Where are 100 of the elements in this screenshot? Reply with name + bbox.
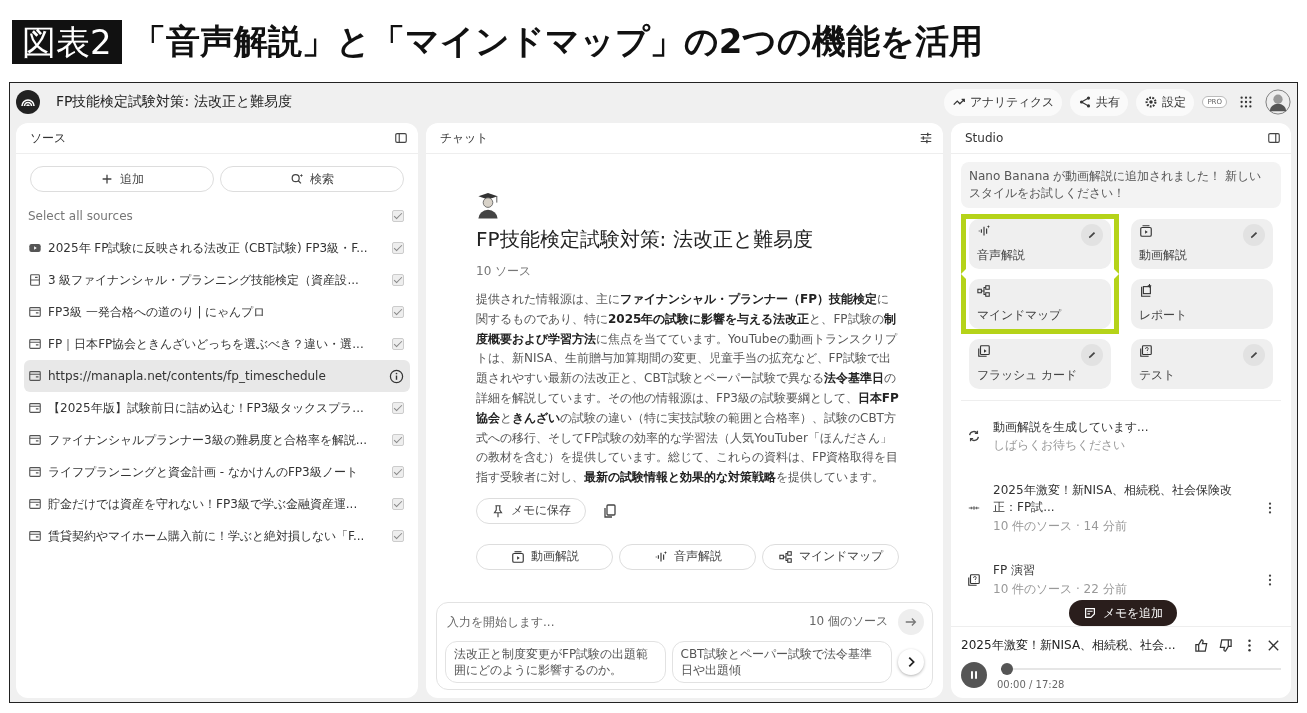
figure-caption: 「音声解説」と「マインドマップ」の2つの機能を活用	[131, 20, 984, 63]
studio-tile[interactable]: フラッシュ カード	[969, 338, 1111, 389]
source-title: FP｜日本FP協会ときんざいどっちを選ぶべき？違い・選...	[48, 335, 365, 353]
cards-icon	[977, 343, 991, 358]
pause-button[interactable]	[961, 662, 987, 688]
web-page-icon	[28, 401, 42, 415]
web-page-icon	[28, 497, 42, 511]
add-source-button[interactable]: 追加	[30, 166, 214, 192]
studio-tile[interactable]: テスト	[1131, 338, 1273, 389]
source-title: 賃貸契約やマイホーム購入前に！学ぶと絶対損しない「F...	[48, 527, 366, 545]
source-item[interactable]: 【2025年版】試験前日に詰め込む！FP3級タックスプラ...	[24, 392, 410, 424]
thumbs-down-icon[interactable]	[1218, 638, 1233, 653]
source-item[interactable]: 貯金だけでは資産を守れない！FP3級で学ぶ金融資産運...	[24, 488, 410, 520]
source-item[interactable]: FP｜日本FP協会ときんざいどっちを選ぶべき？違い・選...	[24, 328, 410, 360]
thumbs-up-icon[interactable]	[1194, 638, 1209, 653]
panel-title: Studio	[965, 131, 1004, 145]
video-icon	[1139, 223, 1153, 238]
progress-thumb[interactable]	[1000, 663, 1013, 675]
panel-title: ソース	[30, 129, 66, 147]
source-checkbox[interactable]	[392, 274, 404, 286]
source-checkbox[interactable]	[392, 338, 404, 350]
source-item[interactable]: ファイナンシャルプランナー3級の難易度と合格率を解説...	[24, 424, 410, 456]
info-icon[interactable]	[389, 368, 404, 384]
studio-output-item[interactable]: FP 演習 10 件のソース · 22 分前	[967, 562, 1277, 598]
pause-icon	[968, 669, 980, 681]
chat-input[interactable]: 入力を開始します...	[445, 613, 799, 630]
refresh-icon	[967, 429, 981, 444]
note-icon	[1083, 606, 1097, 620]
add-note-button[interactable]: メモを追加	[1069, 600, 1177, 626]
source-checkbox[interactable]	[392, 530, 404, 542]
source-item[interactable]: https://manapla.net/contents/fp_timeschedule	[24, 360, 410, 392]
source-checkbox[interactable]	[392, 242, 404, 254]
save-note-button[interactable]: メモに保存	[476, 497, 586, 524]
studio-tile[interactable]: 音声解説	[969, 218, 1111, 269]
summary-paragraph: 提供された情報源は、主にファイナンシャル・プランナー（FP）技能検定に関するものであり、特に2025年の試験に影響を与える法改正と、FP試験の制度概要および学習方法に焦点を当てています。YouTubeの動画トランスクリプトは、新NISA、生前贈与加算期間の変更、児童手当の拡充など、FP試験で出題されやすい最新の法改正と、CBT試験とペーパー試験で異なる法令基準日の詳細を解説しています。その他の情報源は、FP3級の試験要綱として、日本FP協会ときんざいの試験の違い（特に実技試験の範囲と合格率）、試験のCBT方式への移行、そしてFP試験の効率的な学習法（人気YouTuber「ほんださん」の教材を含む）を提供しています。総じて、これらの資料は、FP資格取得を目指す受験者に対し、最新の試験情報と効果的な対策戦略を提供しています。	[476, 291, 899, 487]
source-checkbox[interactable]	[392, 466, 404, 478]
tile-label: マインドマップ	[977, 306, 1063, 324]
source-checkbox[interactable]	[392, 498, 404, 510]
source-title: 2025年 FP試験に反映される法改正 (CBT試験) FP3級・F...	[48, 239, 369, 257]
studio-tile[interactable]: マインドマップ	[969, 278, 1111, 329]
suggestion-chip[interactable]: 法改正と制度変更がFP試験の出題範囲にどのように影響するのか。	[445, 640, 666, 683]
toolbar-button[interactable]: 設定	[1136, 88, 1195, 116]
generate-button[interactable]: 音声解説	[619, 543, 756, 570]
mind-map-icon	[778, 549, 793, 564]
avatar-icon[interactable]	[1265, 89, 1291, 115]
studio-tile[interactable]: レポート	[1131, 278, 1273, 329]
source-checkbox[interactable]	[392, 306, 404, 318]
toolbar-button[interactable]: アナリティクス	[944, 88, 1063, 116]
notebook-title[interactable]: FP技能検定試験対策: 法改正と難易度	[56, 93, 292, 111]
web-page-icon	[28, 369, 42, 383]
panel-toggle-icon[interactable]	[394, 131, 408, 145]
edit-button[interactable]	[1243, 223, 1265, 246]
tile-label: 動画解説	[1139, 246, 1188, 264]
toolbar-button[interactable]: 共有	[1070, 88, 1129, 116]
close-icon[interactable]	[1266, 638, 1281, 653]
quiz-icon	[1139, 343, 1153, 358]
source-checkbox[interactable]	[392, 402, 404, 414]
tune-icon[interactable]	[919, 131, 933, 145]
send-button[interactable]	[898, 608, 924, 635]
graduate-emoji-icon	[476, 190, 500, 220]
source-item[interactable]: FP3級 一発合格への道のり | にゃんプロ	[24, 296, 410, 328]
next-button[interactable]	[898, 648, 924, 675]
studio-output-item[interactable]: 動画解説を生成しています... しばらくお待ちください	[967, 418, 1277, 455]
panel-toggle-icon[interactable]	[1267, 131, 1281, 145]
source-title: ファイナンシャルプランナー3級の難易度と合格率を解説...	[48, 431, 369, 449]
source-count: 10 ソース	[476, 263, 533, 280]
notebook-heading: FP技能検定試験対策: 法改正と難易度	[476, 226, 814, 253]
source-title: 3 級ファイナンシャル・プランニング技能検定（資産設...	[48, 271, 360, 289]
logo-icon	[16, 90, 40, 114]
studio-tile[interactable]: 動画解説	[1131, 218, 1273, 269]
source-checkbox[interactable]	[392, 434, 404, 446]
suggestion-chip[interactable]: CBT試験とペーパー試験で法令基準日や出題傾	[671, 640, 892, 683]
output-meta: 10 件のソース · 22 分前	[993, 581, 1128, 598]
select-all-checkbox[interactable]	[392, 210, 404, 222]
output-meta: 10 件のソース · 14 分前	[993, 517, 1128, 535]
source-item[interactable]: 3 級ファイナンシャル・プランニング技能検定（資産設...	[24, 264, 410, 296]
source-title: FP3級 一発合格への道のり | にゃんプロ	[48, 303, 267, 321]
discover-sources-button[interactable]: 検索	[220, 166, 404, 192]
edit-button[interactable]	[1243, 343, 1265, 366]
waveform-icon	[977, 223, 991, 238]
apps-icon[interactable]	[1239, 95, 1253, 109]
source-item[interactable]: 2025年 FP試験に反映される法改正 (CBT試験) FP3級・F...	[24, 232, 410, 264]
quiz-icon	[967, 573, 981, 588]
panel-title: チャット	[440, 129, 488, 147]
generate-button[interactable]: マインドマップ	[762, 543, 899, 570]
edit-button[interactable]	[1081, 223, 1103, 246]
select-all-label: Select all sources	[28, 209, 134, 223]
edit-button[interactable]	[1081, 343, 1103, 366]
share-icon	[1078, 95, 1093, 109]
web-page-icon	[28, 529, 42, 543]
notice-banner: Nano Banana が動画解説に追加されました！ 新しいスタイルをお試しください！	[961, 162, 1281, 208]
generate-button[interactable]: 動画解説	[476, 543, 613, 570]
studio-output-item[interactable]: 2025年激変！新NISA、相続税、社会保険改正：FP試... 10 件のソース · 14 分前	[967, 482, 1277, 535]
source-item[interactable]: ライフプランニングと資金計画 - なかけんのFP3級ノート	[24, 456, 410, 488]
mind-map-icon	[977, 283, 991, 298]
output-title: FP 演習	[993, 562, 1036, 580]
copy-icon[interactable]	[602, 502, 618, 519]
source-item[interactable]: 賃貸契約やマイホーム購入前に！学ぶと絶対損しない「F...	[24, 520, 410, 552]
pin-icon	[491, 503, 505, 518]
waveform-icon	[653, 549, 668, 564]
